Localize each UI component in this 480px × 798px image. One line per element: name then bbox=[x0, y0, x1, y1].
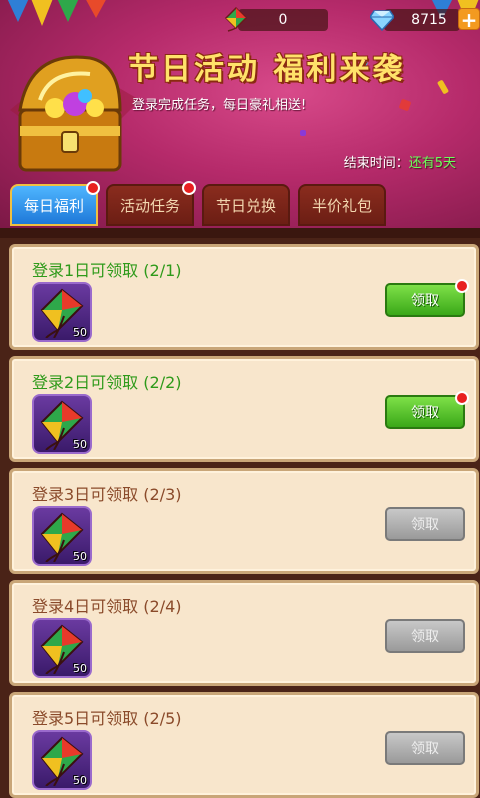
bunting-flag bbox=[6, 0, 30, 22]
item-quantity: 50 bbox=[73, 774, 87, 787]
tab-festival-exchange[interactable]: 节日兑换 bbox=[202, 184, 290, 226]
claim-button-disabled[interactable]: 领取 bbox=[385, 507, 465, 541]
notification-dot bbox=[182, 181, 196, 195]
kite-item-slot[interactable]: 50 bbox=[32, 618, 92, 678]
diamond-icon bbox=[370, 10, 394, 31]
tab-event-tasks[interactable]: 活动任务 bbox=[106, 181, 196, 226]
confetti bbox=[398, 98, 412, 112]
reward-title: 登录5日可领取 (2/5) bbox=[32, 709, 182, 728]
claim-label: 领取 bbox=[411, 517, 439, 533]
reward-list[interactable]: 登录1日可领取 (2/1) 50 领取 登录2日可领取 (2/2) 50 领取 … bbox=[0, 238, 480, 798]
tab-label: 节日兑换 bbox=[215, 196, 276, 215]
bunting-flag bbox=[30, 0, 54, 26]
item-quantity: 50 bbox=[73, 438, 87, 451]
kite-icon bbox=[224, 6, 248, 32]
reward-title: 登录2日可领取 (2/2) bbox=[32, 373, 182, 392]
reward-card-day-4: 登录4日可领取 (2/4) 50 领取 bbox=[9, 580, 479, 686]
item-quantity: 50 bbox=[73, 326, 87, 339]
tab-label: 每日福利 bbox=[23, 196, 84, 215]
claim-button[interactable]: 领取 bbox=[385, 391, 469, 429]
confetti bbox=[436, 79, 450, 95]
claim-button-disabled[interactable]: 领取 bbox=[385, 619, 465, 653]
notification-dot bbox=[455, 391, 469, 405]
kite-count: 0 bbox=[278, 12, 288, 28]
end-time-value: 还有5天 bbox=[408, 156, 456, 171]
item-quantity: 50 bbox=[73, 662, 87, 675]
event-end-time: 结束时间：还有5天 bbox=[344, 152, 456, 171]
kite-item-slot[interactable]: 50 bbox=[32, 282, 92, 342]
event-banner: 0 8715 + 节日活动 福利来袭 登录完成任务，每日豪礼相送! 结束时间：还… bbox=[0, 0, 480, 228]
tab-half-price-pack[interactable]: 半价礼包 bbox=[298, 184, 386, 226]
reward-title: 登录1日可领取 (2/1) bbox=[32, 261, 182, 280]
claim-button[interactable]: 领取 bbox=[385, 279, 469, 317]
bunting-flag bbox=[56, 0, 80, 22]
item-quantity: 50 bbox=[73, 550, 87, 563]
claim-label: 领取 bbox=[411, 405, 439, 421]
tab-daily-welfare[interactable]: 每日福利 bbox=[10, 181, 100, 226]
tab-label: 活动任务 bbox=[119, 196, 180, 215]
event-title: 节日活动 福利来袭 bbox=[128, 52, 406, 87]
kite-item-slot[interactable]: 50 bbox=[32, 394, 92, 454]
kite-currency-counter: 0 bbox=[238, 9, 328, 31]
claim-button-disabled[interactable]: 领取 bbox=[385, 731, 465, 765]
bunting-flag bbox=[84, 0, 108, 18]
kite-item-slot[interactable]: 50 bbox=[32, 506, 92, 566]
end-time-label: 结束时间： bbox=[343, 156, 409, 171]
kite-item-slot[interactable]: 50 bbox=[32, 730, 92, 790]
reward-title: 登录3日可领取 (2/3) bbox=[32, 485, 182, 504]
claim-label: 领取 bbox=[411, 629, 439, 645]
reward-card-day-1: 登录1日可领取 (2/1) 50 领取 bbox=[9, 244, 479, 350]
tab-label: 半价礼包 bbox=[311, 196, 372, 215]
confetti bbox=[300, 130, 306, 136]
reward-card-day-3: 登录3日可领取 (2/3) 50 领取 bbox=[9, 468, 479, 574]
gem-currency-counter: 8715 bbox=[384, 9, 460, 31]
reward-card-day-2: 登录2日可领取 (2/2) 50 领取 bbox=[9, 356, 479, 462]
notification-dot bbox=[455, 279, 469, 293]
event-subtitle: 登录完成任务，每日豪礼相送! bbox=[132, 98, 307, 113]
claim-label: 领取 bbox=[411, 741, 439, 757]
gem-count: 8715 bbox=[411, 12, 447, 28]
add-gems-button[interactable]: + bbox=[458, 8, 480, 31]
reward-card-day-5: 登录5日可领取 (2/5) 50 领取 bbox=[9, 692, 479, 798]
divider bbox=[0, 228, 480, 238]
tab-bar: 每日福利 活动任务 节日兑换 半价礼包 bbox=[10, 181, 386, 228]
notification-dot bbox=[86, 181, 100, 195]
reward-title: 登录4日可领取 (2/4) bbox=[32, 597, 182, 616]
claim-label: 领取 bbox=[411, 293, 439, 309]
